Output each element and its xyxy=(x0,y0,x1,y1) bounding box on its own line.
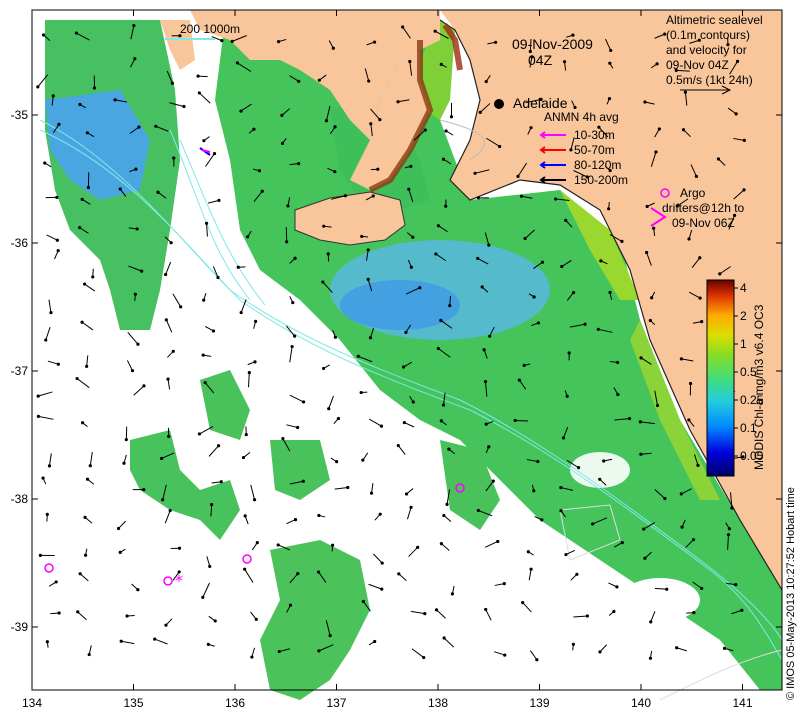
colorbar-tick-label: 2 xyxy=(740,309,747,323)
y-tick-label: -35 xyxy=(11,108,29,122)
y-tick-label: -38 xyxy=(11,492,29,506)
argo-line-1: Argo xyxy=(680,186,706,200)
x-tick-label: 138 xyxy=(428,696,448,710)
x-tick-label: 141 xyxy=(732,696,752,710)
x-tick-label: 136 xyxy=(225,696,245,710)
drifter-star: * xyxy=(175,571,183,590)
anmn-item-label: 10-30m xyxy=(574,128,615,142)
scale-label: 200 1000m xyxy=(180,22,240,36)
sealevel-line-3: and velocity for xyxy=(666,43,747,57)
chlorophyll-map: 134 135 136 137 138 139 140 141 -35 -36 -37 -38 -39… xyxy=(11,9,797,710)
y-tick-label: -37 xyxy=(11,364,29,378)
x-tick-label: 137 xyxy=(326,696,346,710)
anmn-item-label: 50-70m xyxy=(574,143,615,157)
anmn-item-label: 150-200m xyxy=(574,173,628,187)
sealevel-line-1: Altimetric sealevel xyxy=(666,13,763,27)
y-tick-label: -36 xyxy=(11,236,29,250)
x-tick-label: 139 xyxy=(529,696,549,710)
anmn-item-label: 80-120m xyxy=(574,158,621,172)
sealevel-legend: Altimetric sealevel (0.1m contours) and … xyxy=(666,13,763,95)
colorbar-label: MODIS Chl-a mg/m3 v6.4 OC3 xyxy=(752,304,766,470)
city-label: Adelaide xyxy=(513,95,568,111)
colorbar-tick-label: 1 xyxy=(740,337,747,351)
argo-line-3: 09-Nov 06Z xyxy=(672,216,735,230)
anmn-title: ANMN 4h avg xyxy=(544,110,619,124)
date-title: 09-Nov-2009 xyxy=(512,36,593,52)
time-title: 04Z xyxy=(528,52,553,68)
colorbar-tick-label: 4 xyxy=(740,281,747,295)
x-tick-label: 135 xyxy=(123,696,143,710)
y-tick-label: -39 xyxy=(11,620,29,634)
sealevel-line-4: 09-Nov 04Z xyxy=(666,58,729,72)
x-tick-label: 134 xyxy=(22,696,42,710)
x-tick-label: 140 xyxy=(631,696,651,710)
credit-text: © IMOS 05-May-2013 10:27:52 Hobart time xyxy=(785,487,797,700)
sealevel-line-2: (0.1m contours) xyxy=(666,28,750,42)
sealevel-line-5: 0.5m/s (1kt 24h) xyxy=(666,73,753,87)
argo-line-2: drifters@12h to xyxy=(662,201,745,215)
